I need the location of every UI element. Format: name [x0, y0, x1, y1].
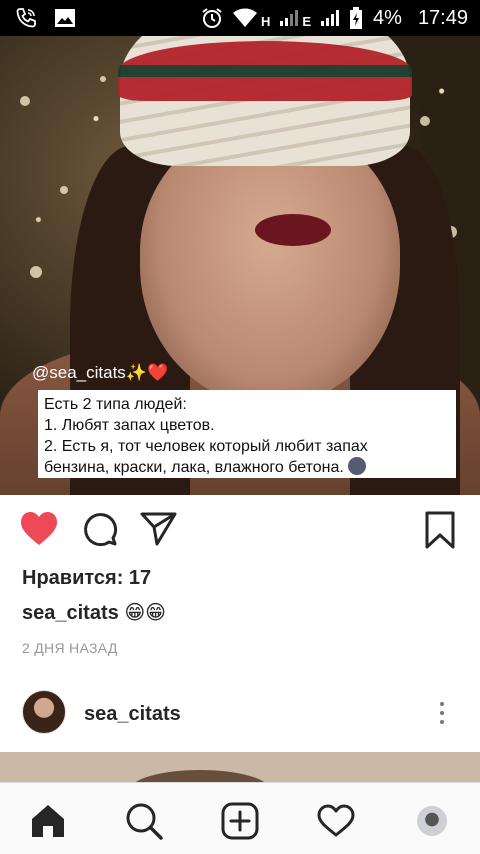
bottom-nav: [0, 782, 480, 854]
tab-activity[interactable]: [316, 801, 356, 841]
caption-username[interactable]: sea_citats: [22, 602, 119, 624]
quote-line: бензина, краски, лака, влажного бетона.: [44, 457, 450, 478]
bookmark-icon[interactable]: [424, 511, 456, 549]
signal-icon: [280, 10, 299, 26]
gallery-icon: [55, 9, 75, 27]
like-heart-icon[interactable]: [20, 511, 58, 547]
home-icon: [32, 805, 64, 837]
quote-line: 2. Есть я, тот человек который любит зап…: [44, 438, 368, 455]
network-type-1: H: [260, 13, 271, 29]
activity-heart-icon: [317, 804, 355, 837]
more-options-icon[interactable]: [438, 702, 446, 724]
alarm-icon: [202, 8, 222, 28]
tab-new-post[interactable]: [220, 801, 260, 841]
quote-line: Есть 2 типа людей:: [44, 396, 187, 413]
share-icon[interactable]: [140, 511, 178, 547]
tab-search[interactable]: [124, 801, 164, 841]
profile-avatar: [417, 806, 447, 836]
caption-text: 😁😁: [124, 602, 167, 624]
signal-icon-2: [321, 10, 340, 26]
clock: 17:49: [417, 6, 468, 29]
network-type-2: E: [302, 13, 312, 29]
battery-level: 4%: [373, 6, 402, 29]
likes-count[interactable]: Нравится: 17: [22, 567, 151, 590]
moon-emoji-icon: [348, 457, 367, 475]
avatar[interactable]: [22, 690, 66, 734]
status-bar: H E 4% 17:49: [0, 0, 480, 36]
overlay-handle: @sea_citats✨❤️: [32, 363, 169, 382]
post-timestamp: 2 ДНЯ НАЗАД: [22, 640, 118, 656]
call-icon: [16, 8, 36, 28]
next-post-image[interactable]: [0, 752, 480, 782]
comment-icon[interactable]: [82, 511, 118, 547]
tab-home[interactable]: [28, 801, 68, 841]
caption: sea_citats 😁😁: [22, 600, 166, 625]
search-icon: [126, 803, 163, 840]
wifi-icon: [232, 8, 257, 27]
quote-box: Есть 2 типа людей: 1. Любят запах цветов…: [38, 390, 456, 478]
battery-charging-icon: [350, 7, 363, 29]
next-post-header: sea_citats: [0, 690, 480, 742]
add-post-icon: [221, 802, 259, 840]
quote-line: 1. Любят запах цветов.: [44, 417, 215, 434]
post-actions: [0, 495, 480, 567]
tab-profile[interactable]: [412, 801, 452, 841]
next-post-username[interactable]: sea_citats: [84, 703, 181, 726]
post-image[interactable]: @sea_citats✨❤️ Есть 2 типа людей: 1. Люб…: [0, 36, 480, 495]
